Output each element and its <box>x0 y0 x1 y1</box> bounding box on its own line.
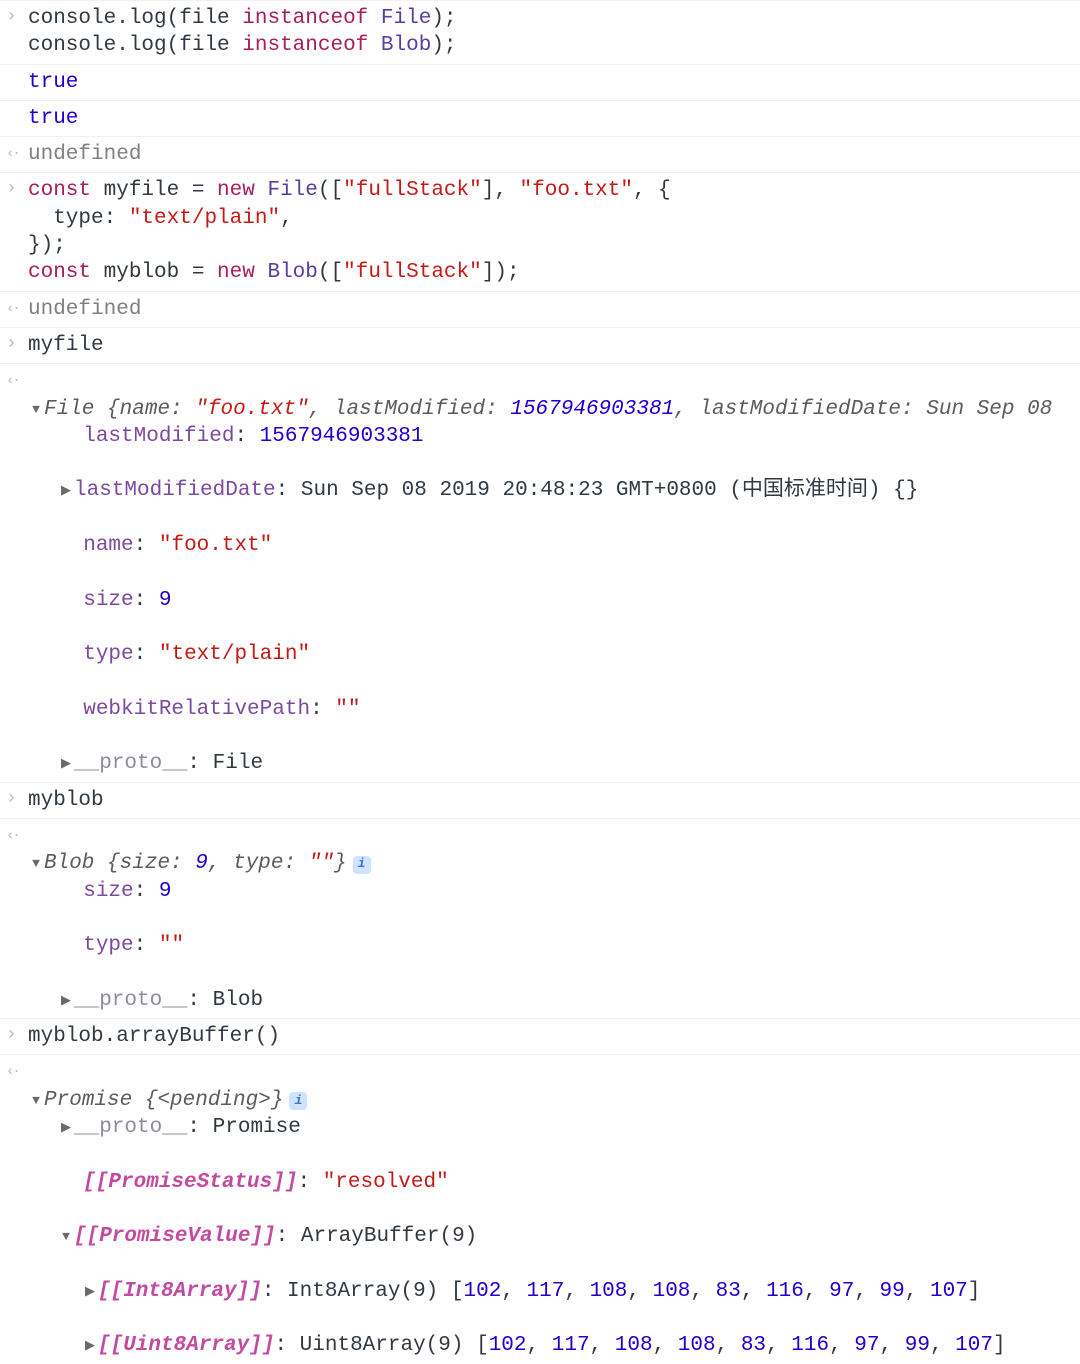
chevron-down-icon[interactable] <box>28 1093 44 1110</box>
console-input-row: const myfile = new File(["fullStack"], "… <box>0 172 1080 290</box>
output-icon <box>6 1057 28 1083</box>
code-line[interactable]: myblob <box>28 785 1080 816</box>
code-line[interactable]: const myfile = new File(["fullStack"], "… <box>28 175 1080 288</box>
input-icon <box>6 785 28 811</box>
code-line[interactable]: myblob.arrayBuffer() <box>28 1021 1080 1052</box>
info-icon[interactable]: i <box>353 856 371 874</box>
input-icon <box>6 3 28 29</box>
object-property[interactable]: type: "text/plain" <box>28 641 1080 668</box>
object-property[interactable]: [[Uint8Array]]: Uint8Array(9) [102, 117,… <box>28 1332 1080 1359</box>
object-property[interactable]: __proto__: File <box>28 750 1080 777</box>
object-property[interactable]: [[PromiseStatus]]: "resolved" <box>28 1169 1080 1196</box>
object-property[interactable]: type: "" <box>28 932 1080 959</box>
object-expanded: Promise {<pending>}i __proto__: Promise … <box>28 1057 1080 1361</box>
chevron-right-icon[interactable] <box>58 1120 74 1137</box>
console-return-row: undefined <box>0 136 1080 172</box>
chevron-right-icon[interactable] <box>82 1284 98 1301</box>
blank-gutter <box>6 67 28 70</box>
chevron-down-icon[interactable] <box>28 402 44 419</box>
output-icon <box>6 294 28 320</box>
code-line[interactable]: myfile <box>28 330 1080 361</box>
input-icon <box>6 330 28 356</box>
code-line[interactable]: console.log(file instanceof File); conso… <box>28 3 1080 62</box>
console-input-row: myblob <box>0 782 1080 818</box>
console-return-row: File {name: "foo.txt", lastModified: 156… <box>0 363 1080 781</box>
console-return-row: Blob {size: 9, type: ""}i size: 9 type: … <box>0 818 1080 1018</box>
chevron-right-icon[interactable] <box>58 483 74 500</box>
object-property[interactable]: lastModifiedDate: Sun Sep 08 2019 20:48:… <box>28 477 1080 504</box>
object-property[interactable]: name: "foo.txt" <box>28 532 1080 559</box>
object-expanded: Blob {size: 9, type: ""}i size: 9 type: … <box>28 821 1080 1016</box>
console-input-row: myblob.arrayBuffer() <box>0 1018 1080 1054</box>
output-icon <box>6 139 28 165</box>
log-value: true <box>28 67 1080 98</box>
console-log-row: true <box>0 64 1080 100</box>
console-input-row: myfile <box>0 327 1080 363</box>
object-property[interactable]: size: 9 <box>28 878 1080 905</box>
chevron-right-icon[interactable] <box>58 993 74 1010</box>
console-return-row: Promise {<pending>}i __proto__: Promise … <box>0 1054 1080 1363</box>
object-property[interactable]: webkitRelativePath: "" <box>28 696 1080 723</box>
chevron-right-icon[interactable] <box>58 756 74 773</box>
chevron-down-icon[interactable] <box>58 1229 74 1246</box>
console-input-row: console.log(file instanceof File); conso… <box>0 0 1080 64</box>
console-log-row: true <box>0 100 1080 136</box>
return-value: undefined <box>28 139 1080 170</box>
output-icon <box>6 366 28 392</box>
output-icon <box>6 821 28 847</box>
blank-gutter <box>6 103 28 106</box>
object-expanded: File {name: "foo.txt", lastModified: 156… <box>28 366 1080 779</box>
object-property[interactable]: __proto__: Promise <box>28 1114 1080 1141</box>
chevron-right-icon[interactable] <box>82 1338 98 1355</box>
input-icon <box>6 175 28 201</box>
object-property[interactable]: size: 9 <box>28 587 1080 614</box>
return-value: undefined <box>28 294 1080 325</box>
object-property[interactable]: [[Int8Array]]: Int8Array(9) [102, 117, 1… <box>28 1278 1080 1305</box>
object-property[interactable]: __proto__: Blob <box>28 987 1080 1014</box>
console-return-row: undefined <box>0 291 1080 327</box>
object-property[interactable]: [[PromiseValue]]: ArrayBuffer(9) <box>28 1223 1080 1250</box>
object-property[interactable]: lastModified: 1567946903381 <box>28 423 1080 450</box>
chevron-down-icon[interactable] <box>28 856 44 873</box>
input-icon <box>6 1021 28 1047</box>
info-icon[interactable]: i <box>289 1092 307 1110</box>
log-value: true <box>28 103 1080 134</box>
